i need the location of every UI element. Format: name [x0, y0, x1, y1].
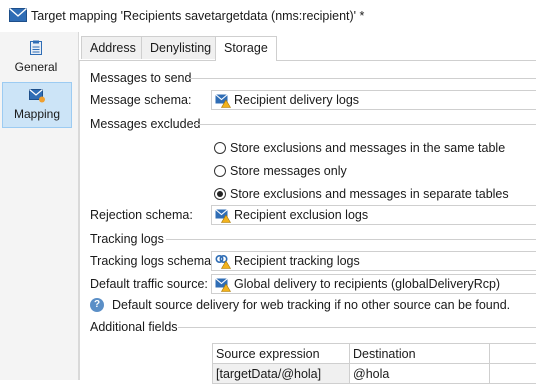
- table-header-row: Source expression Destination: [213, 344, 536, 364]
- section-messages-excluded: Messages excluded: [90, 117, 200, 131]
- traffic-source-value: Global delivery to recipients (globalDel…: [234, 277, 500, 291]
- radio-label: Store messages only: [230, 164, 347, 178]
- sidebar-item-mapping[interactable]: Mapping: [2, 82, 72, 128]
- main-content: Address Denylisting Storage Messages to …: [79, 32, 536, 380]
- schema-warning-icon: [215, 93, 231, 108]
- tracking-schema-value: Recipient tracking logs: [234, 254, 360, 268]
- section-divider: [166, 239, 536, 240]
- section-divider: [194, 124, 536, 125]
- tracking-schema-field[interactable]: Recipient tracking logs: [211, 251, 536, 271]
- radio-label: Store exclusions and messages in separat…: [230, 187, 509, 201]
- message-schema-label: Message schema:: [90, 93, 191, 107]
- traffic-source-label: Default traffic source:: [90, 277, 208, 291]
- sidebar-item-general[interactable]: General: [2, 36, 70, 80]
- rejection-schema-label: Rejection schema:: [90, 208, 193, 222]
- document-icon: [28, 40, 44, 56]
- radio-circle[interactable]: [214, 165, 226, 177]
- info-note: ? Default source delivery for web tracki…: [90, 297, 530, 315]
- section-divider: [178, 327, 536, 328]
- window-titlebar: Target mapping 'Recipients savetargetdat…: [0, 0, 536, 32]
- link-warning-icon: [215, 254, 231, 269]
- tab-denylisting[interactable]: Denylisting: [141, 36, 220, 59]
- radio-label: Store exclusions and messages in the sam…: [230, 141, 505, 155]
- schema-warning-icon: [215, 208, 231, 223]
- table-row[interactable]: [targetData/@hola] @hola: [213, 364, 536, 384]
- envelope-mapping-icon: [29, 87, 45, 103]
- cell-destination[interactable]: @hola: [350, 364, 490, 384]
- message-schema-value: Recipient delivery logs: [234, 93, 359, 107]
- sidebar: General Mapping: [0, 32, 79, 380]
- info-text: Default source delivery for web tracking…: [112, 298, 510, 312]
- info-icon: ?: [90, 298, 104, 312]
- sidebar-item-label: General: [2, 60, 70, 74]
- tab-address[interactable]: Address: [81, 36, 145, 59]
- additional-fields-table: Source expression Destination [targetDat…: [212, 343, 536, 384]
- section-additional-fields: Additional fields: [90, 320, 178, 334]
- message-schema-field[interactable]: Recipient delivery logs: [211, 90, 536, 110]
- traffic-source-field[interactable]: Global delivery to recipients (globalDel…: [211, 274, 536, 294]
- section-messages-to-send: Messages to send: [90, 71, 191, 85]
- column-header-source[interactable]: Source expression: [213, 344, 350, 364]
- storage-panel: Messages to send Message schema: Recipie…: [79, 61, 536, 380]
- rejection-schema-field[interactable]: Recipient exclusion logs: [211, 205, 536, 225]
- tracking-schema-label: Tracking logs schema:: [90, 254, 215, 268]
- section-divider: [186, 78, 536, 79]
- envelope-mapping-icon: [9, 8, 27, 22]
- column-header-destination[interactable]: Destination: [350, 344, 490, 364]
- window-title: Target mapping 'Recipients savetargetdat…: [31, 9, 364, 23]
- rejection-schema-value: Recipient exclusion logs: [234, 208, 368, 222]
- tab-bar: Address Denylisting Storage: [79, 36, 536, 61]
- sidebar-item-label: Mapping: [3, 107, 71, 121]
- cell-empty: [490, 364, 536, 384]
- column-header-empty: [490, 344, 536, 364]
- envelope-warning-icon: [215, 277, 231, 292]
- tab-storage[interactable]: Storage: [215, 36, 277, 61]
- radio-circle-selected[interactable]: [214, 188, 226, 200]
- cell-source-expression[interactable]: [targetData/@hola]: [213, 364, 350, 384]
- radio-circle[interactable]: [214, 142, 226, 154]
- section-tracking-logs: Tracking logs: [90, 232, 164, 246]
